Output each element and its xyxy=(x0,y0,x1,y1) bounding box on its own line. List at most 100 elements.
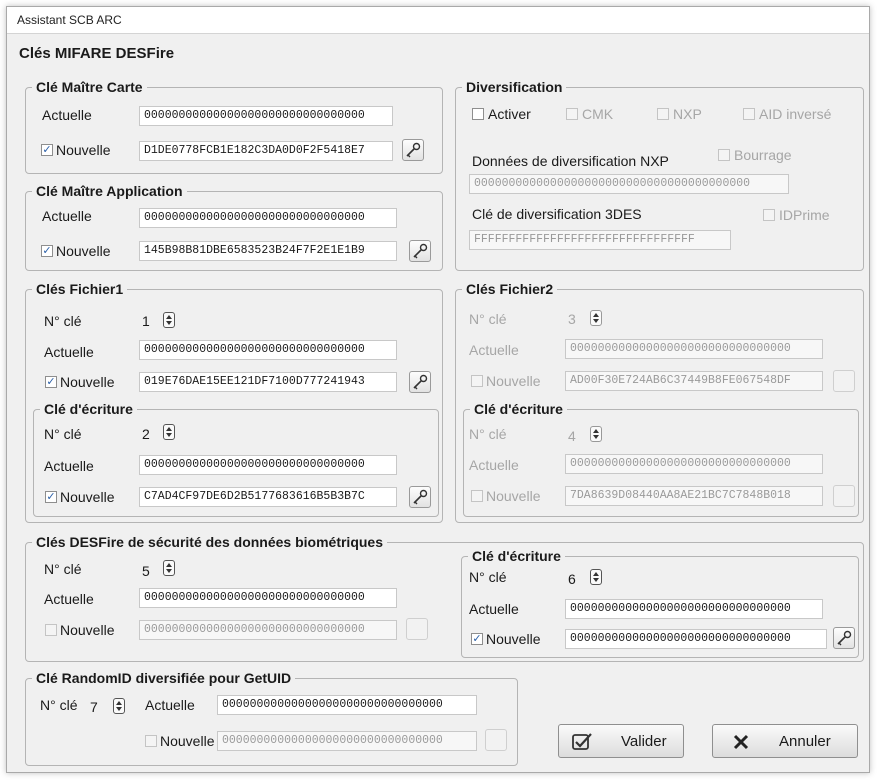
generate-key-button[interactable] xyxy=(402,139,424,161)
cle-diversification-label: Clé de diversification 3DES xyxy=(472,206,642,222)
nouvelle-label: Nouvelle xyxy=(486,631,541,647)
randomid-nouvelle-input[interactable]: 00000000000000000000000000000000 xyxy=(217,731,477,751)
annuler-button[interactable]: Annuler xyxy=(712,724,858,758)
title-bar: Assistant SCB ARC xyxy=(7,7,869,34)
randomid-no-cle-spinner[interactable] xyxy=(113,698,125,714)
valider-button[interactable]: Valider xyxy=(558,724,684,758)
fichier1-ecriture-nouvelle-input[interactable]: C7AD4CF97DE6D2B5177683616B5B3B7C xyxy=(139,487,397,507)
fichier2-no-cle-value: 3 xyxy=(568,311,576,327)
biometrie-nouvelle-checkbox[interactable] xyxy=(45,624,57,636)
group-title: Clé Maître Carte xyxy=(36,79,143,95)
nouvelle-label: Nouvelle xyxy=(60,622,115,638)
idprime-checkbox[interactable] xyxy=(763,209,775,221)
idprime-label: IDPrime xyxy=(779,207,830,223)
fichier1-no-cle-value: 1 xyxy=(142,313,150,329)
biometrie-nouvelle-input[interactable]: 00000000000000000000000000000000 xyxy=(139,620,397,640)
nouvelle-label: Nouvelle xyxy=(160,733,215,749)
nouvelle-label: Nouvelle xyxy=(486,488,541,504)
bourrage-checkbox[interactable] xyxy=(718,149,730,161)
valider-label: Valider xyxy=(621,733,667,750)
nxp-label: NXP xyxy=(673,106,702,122)
fichier1-ecriture-no-cle-value: 2 xyxy=(142,426,150,442)
no-cle-label: N° clé xyxy=(469,426,507,442)
cle-maitre-application-nouvelle-checkbox[interactable]: ✓ xyxy=(41,245,53,257)
generate-key-button[interactable] xyxy=(409,240,431,262)
cmk-label: CMK xyxy=(582,106,614,122)
cle-maitre-carte-actuelle-input[interactable]: 00000000000000000000000000000000 xyxy=(139,106,393,126)
cle-maitre-application-nouvelle-input[interactable]: 145B98B81DBE6583523B24F7F2E1E1B9 xyxy=(139,241,397,261)
generate-key-button[interactable] xyxy=(406,618,428,640)
actuelle-label: Actuelle xyxy=(44,344,94,360)
randomid-actuelle-input[interactable]: 00000000000000000000000000000000 xyxy=(217,695,477,715)
fichier2-ecriture-nouvelle-checkbox[interactable] xyxy=(471,490,483,502)
aid-inverse-label: AID inversé xyxy=(759,106,832,122)
group-title: Clé d'écriture xyxy=(474,401,563,417)
activer-checkbox[interactable] xyxy=(472,108,484,120)
biometrie-ecriture-actuelle-input[interactable]: 00000000000000000000000000000000 xyxy=(565,599,823,619)
no-cle-label: N° clé xyxy=(469,569,507,585)
actuelle-label: Actuelle xyxy=(469,457,519,473)
fichier2-nouvelle-input[interactable]: AD00F30E724AB6C37449B8FE067548DF xyxy=(565,371,823,391)
nouvelle-label: Nouvelle xyxy=(60,374,115,390)
biometrie-actuelle-input[interactable]: 00000000000000000000000000000000 xyxy=(139,588,397,608)
generate-key-button[interactable] xyxy=(833,370,855,392)
no-cle-label: N° clé xyxy=(44,561,82,577)
window-title: Assistant SCB ARC xyxy=(17,13,122,27)
group-title: Diversification xyxy=(466,79,563,95)
cle-maitre-carte-nouvelle-checkbox[interactable]: ✓ xyxy=(41,144,53,156)
fichier1-ecriture-nouvelle-checkbox[interactable]: ✓ xyxy=(45,491,57,503)
cle-diversification-input[interactable]: FFFFFFFFFFFFFFFFFFFFFFFFFFFFFFFF xyxy=(469,230,731,250)
no-cle-label: N° clé xyxy=(40,697,78,713)
fichier2-ecriture-actuelle-input[interactable]: 00000000000000000000000000000000 xyxy=(565,454,823,474)
nouvelle-label: Nouvelle xyxy=(56,142,111,158)
generate-key-button[interactable] xyxy=(833,627,855,649)
biometrie-ecriture-nouvelle-input[interactable]: 00000000000000000000000000000000 xyxy=(565,629,827,649)
biometrie-ecriture-no-cle-spinner[interactable] xyxy=(590,569,602,585)
donnees-diversification-input[interactable]: 0000000000000000000000000000000000000000 xyxy=(469,174,789,194)
generate-key-button[interactable] xyxy=(409,371,431,393)
biometrie-ecriture-no-cle-value: 6 xyxy=(568,571,576,587)
actuelle-label: Actuelle xyxy=(42,208,92,224)
group-title: Clés Fichier2 xyxy=(466,281,554,297)
biometrie-ecriture-nouvelle-checkbox[interactable]: ✓ xyxy=(471,633,483,645)
group-title: Clés DESFire de sécurité des données bio… xyxy=(36,534,383,550)
key-generate-icon xyxy=(413,489,428,505)
generate-key-button[interactable] xyxy=(409,486,431,508)
fichier2-no-cle-spinner[interactable] xyxy=(590,310,602,326)
fichier1-nouvelle-checkbox[interactable]: ✓ xyxy=(45,376,57,388)
fichier1-no-cle-spinner[interactable] xyxy=(163,312,175,328)
close-icon xyxy=(733,734,749,750)
biometrie-no-cle-value: 5 xyxy=(142,563,150,579)
fichier1-ecriture-actuelle-input[interactable]: 00000000000000000000000000000000 xyxy=(139,455,397,475)
fichier1-actuelle-input[interactable]: 00000000000000000000000000000000 xyxy=(139,340,397,360)
donnees-diversification-label: Données de diversification NXP xyxy=(472,153,669,169)
fichier2-nouvelle-checkbox[interactable] xyxy=(471,375,483,387)
activer-label: Activer xyxy=(488,106,531,122)
no-cle-label: N° clé xyxy=(44,313,82,329)
actuelle-label: Actuelle xyxy=(42,107,92,123)
nouvelle-label: Nouvelle xyxy=(60,489,115,505)
biometrie-no-cle-spinner[interactable] xyxy=(163,560,175,576)
key-generate-icon xyxy=(413,374,428,390)
fichier2-actuelle-input[interactable]: 00000000000000000000000000000000 xyxy=(565,339,823,359)
aid-inverse-checkbox[interactable] xyxy=(743,108,755,120)
fichier1-nouvelle-input[interactable]: 019E76DAE15EE121DF7100D777241943 xyxy=(139,372,397,392)
nxp-checkbox[interactable] xyxy=(657,108,669,120)
group-title: Clé d'écriture xyxy=(44,401,133,417)
generate-key-button[interactable] xyxy=(485,729,507,751)
nouvelle-label: Nouvelle xyxy=(486,373,541,389)
cle-maitre-carte-nouvelle-input[interactable]: D1DE0778FCB1E182C3DA0D0F2F5418E7 xyxy=(139,141,393,161)
annuler-label: Annuler xyxy=(779,733,831,750)
group-title: Clés Fichier1 xyxy=(36,281,124,297)
page-title: Clés MIFARE DESFire xyxy=(19,45,175,62)
cle-maitre-application-actuelle-input[interactable]: 00000000000000000000000000000000 xyxy=(139,208,397,228)
no-cle-label: N° clé xyxy=(44,426,82,442)
randomid-nouvelle-checkbox[interactable] xyxy=(145,735,157,747)
actuelle-label: Actuelle xyxy=(44,458,94,474)
fichier2-ecriture-no-cle-spinner[interactable] xyxy=(590,426,602,442)
fichier1-ecriture-no-cle-spinner[interactable] xyxy=(163,424,175,440)
fichier2-ecriture-nouvelle-input[interactable]: 7DA8639D08440AA8AE21BC7C7848B018 xyxy=(565,486,823,506)
generate-key-button[interactable] xyxy=(833,485,855,507)
cmk-checkbox[interactable] xyxy=(566,108,578,120)
group-title: Clé Maître Application xyxy=(36,183,183,199)
